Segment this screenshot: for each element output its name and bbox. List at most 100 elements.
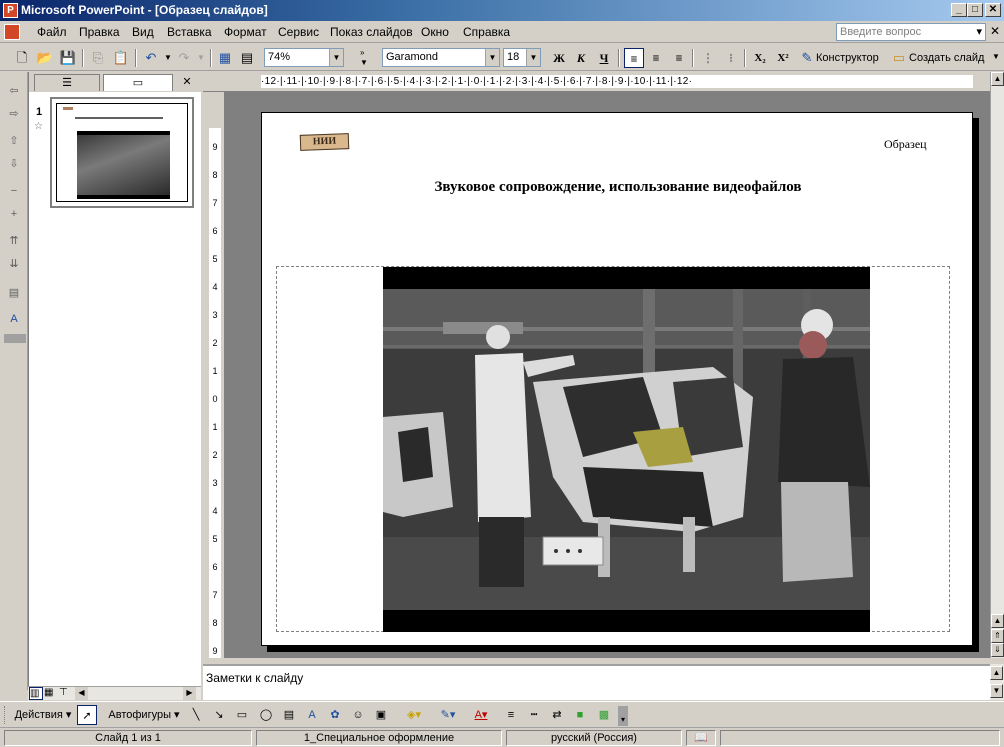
slideshow-icon[interactable]: ⊤ [59,687,73,700]
text-box-icon[interactable]: ▤ [279,705,299,725]
designer-icon[interactable]: ✎ [797,48,817,68]
open-folder-icon[interactable]: 📂 [35,48,55,68]
menu-window[interactable]: Окно [421,25,449,39]
move-down-icon[interactable]: ⇩ [5,155,23,173]
expand-icon[interactable]: + [5,205,23,223]
tab-slides[interactable]: ▭ [103,74,173,91]
arrow-style-icon[interactable]: ⇄ [547,705,567,725]
copy-icon[interactable]: ⎘ [88,48,108,68]
menu-edit[interactable]: Правка [79,25,120,39]
new-document-icon[interactable]: 🗋 [12,48,32,68]
underline-button[interactable]: Ч [594,48,614,68]
align-left-icon[interactable]: ≡ [624,48,644,68]
autoshapes-menu-button[interactable]: Автофигуры ▾ [105,705,183,725]
subscript-icon[interactable]: X₂ [750,48,770,68]
chevron-down-icon[interactable]: ▼ [526,49,540,66]
toolbar-options-icon[interactable]: ▾ [618,706,628,726]
scroll-right-icon[interactable]: ▶ [183,687,196,700]
slide-master-label[interactable]: Образец [884,137,927,152]
bulleted-list-icon[interactable]: ⁝ [721,48,741,68]
diagram-icon[interactable]: ✿ [325,705,345,725]
scroll-down-icon[interactable]: ▼ [990,684,1003,698]
help-search-input[interactable]: Введите вопрос ▾ [836,23,986,41]
summary-slide-icon[interactable]: ▤ [5,284,23,302]
collapse-all-icon[interactable]: ⇈ [5,232,23,250]
new-slide-button[interactable]: Создать слайд [909,52,984,64]
superscript-icon[interactable]: X² [773,48,793,68]
notes-scrollbar[interactable]: ▲ ▼ [990,664,1004,700]
minimize-button[interactable]: _ [951,3,967,17]
designer-button[interactable]: Конструктор [816,52,879,64]
font-color-icon[interactable]: A▾ [466,705,496,725]
status-design[interactable]: 1_Специальное оформление [256,730,502,746]
chevron-down-icon[interactable]: ▼ [485,49,499,66]
video-object[interactable] [383,267,870,632]
menu-tools[interactable]: Сервис [278,25,319,39]
italic-button[interactable]: К [571,48,591,68]
insert-picture-icon[interactable]: ▣ [371,705,391,725]
demote-icon[interactable]: ⇨ [5,105,23,123]
insert-table-icon[interactable]: ▦ [215,48,235,68]
toolbar-options-icon[interactable] [4,334,26,343]
status-language[interactable]: русский (Россия) [506,730,682,746]
slide-canvas[interactable]: НИИ Образец Звуковое сопровождение, испо… [261,112,973,646]
scroll-up-icon[interactable]: ▲ [991,614,1004,628]
previous-slide-icon[interactable]: ⇑ [991,629,1004,643]
menu-slideshow[interactable]: Показ слайдов [330,25,413,39]
chevron-down-icon[interactable]: ▼ [329,49,343,66]
save-icon[interactable]: 💾 [58,48,78,68]
align-center-icon[interactable]: ≡ [646,48,666,68]
scroll-up-icon[interactable]: ▲ [990,666,1003,680]
vertical-scrollbar[interactable]: ▲ ▲ ⇑ ⇓ [990,72,1004,658]
slide-thumbnail[interactable] [50,97,194,208]
tab-outline[interactable]: ☰ [34,74,100,91]
line-icon[interactable]: ╲ [186,705,206,725]
slide-logo[interactable]: НИИ [299,133,350,151]
spelling-check-icon[interactable]: 📖 [686,730,716,746]
normal-view-icon[interactable]: ▥ [29,687,43,700]
maximize-button[interactable]: □ [967,3,983,17]
video-placeholder-frame[interactable] [276,266,950,632]
toolbar-options-icon[interactable]: » ▼ [360,48,370,68]
wordart-icon[interactable]: A [302,705,322,725]
bold-button[interactable]: Ж [549,48,569,68]
menu-help[interactable]: Справка [463,25,510,39]
close-button[interactable]: ✕ [985,3,1001,17]
slide-layout-icon[interactable]: ▤ [237,48,257,68]
select-pointer-icon[interactable]: ➚ [77,705,97,725]
line-color-icon[interactable]: ✎▾ [433,705,463,725]
promote-icon[interactable]: ⇦ [5,82,23,100]
toolbar-overflow-icon[interactable]: ▼ [992,52,1000,61]
zoom-select[interactable]: 74% ▼ [264,48,344,67]
show-formatting-icon[interactable]: A [5,310,23,328]
actions-menu-button[interactable]: Действия ▾ [12,705,74,725]
shadow-style-icon[interactable]: ■ [570,705,590,725]
menu-insert[interactable]: Вставка [167,25,212,39]
chevron-down-icon[interactable]: ▾ [976,24,982,40]
menu-file[interactable]: Файл [37,25,67,39]
numbered-list-icon[interactable]: ⋮ [698,48,718,68]
slide-title[interactable]: Звуковое сопровождение, использование ви… [262,179,974,196]
close-pane-icon[interactable]: ✕ [179,74,195,91]
rectangle-icon[interactable]: ▭ [232,705,252,725]
powerpoint-app-icon[interactable]: P [3,3,18,18]
menu-format[interactable]: Формат [224,25,267,39]
menu-view[interactable]: Вид [132,25,154,39]
new-slide-icon[interactable]: ▭ [889,48,909,68]
redo-dropdown-icon[interactable]: ▼ [191,48,211,68]
align-right-icon[interactable]: ≡ [669,48,689,68]
collapse-icon[interactable]: − [5,182,23,200]
move-up-icon[interactable]: ⇧ [5,132,23,150]
scroll-left-icon[interactable]: ◀ [75,687,88,700]
3d-style-icon[interactable]: ▩ [594,705,614,725]
font-size-select[interactable]: 18 ▼ [503,48,541,67]
document-close-button[interactable]: ✕ [988,24,1002,38]
paste-icon[interactable]: 📋 [111,48,131,68]
document-icon[interactable] [4,24,20,40]
line-style-icon[interactable]: ≡ [501,705,521,725]
slide-sorter-icon[interactable]: ▦ [44,687,58,700]
font-select[interactable]: Garamond ▼ [382,48,500,67]
scroll-up-icon[interactable]: ▲ [991,72,1004,86]
oval-icon[interactable]: ◯ [256,705,276,725]
expand-all-icon[interactable]: ⇊ [5,255,23,273]
